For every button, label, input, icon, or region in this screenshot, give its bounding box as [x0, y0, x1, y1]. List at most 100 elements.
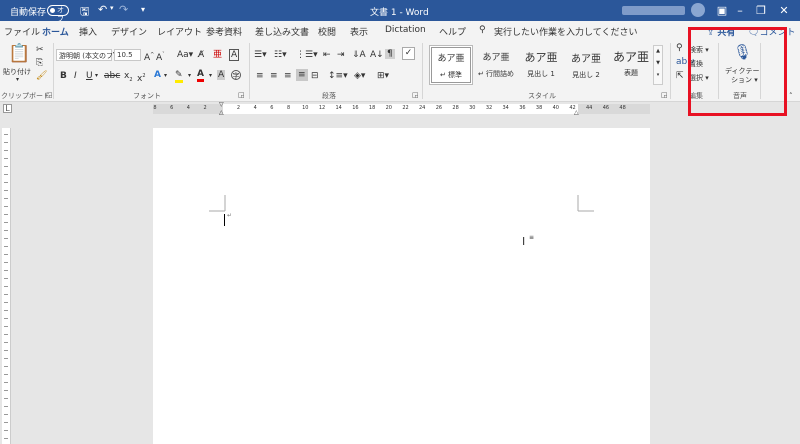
tab-home[interactable]: ホーム	[41, 25, 70, 42]
style-no-spacing[interactable]: あア亜 ↵ 行間詰め	[474, 45, 518, 85]
multilevel-list-icon[interactable]: ⋮☰▾	[296, 50, 318, 60]
italic-icon[interactable]: I	[74, 71, 77, 81]
font-launcher-icon[interactable]: ◲	[238, 91, 245, 99]
highlight-dropdown-icon[interactable]: ▾	[188, 71, 191, 81]
tab-selector-icon[interactable]: L	[3, 104, 12, 113]
ruler-number: 6	[170, 105, 174, 111]
horizontal-ruler[interactable]: 8 6 4 2 2 4 6 8 10 12 14 16 18 20 22 24 26 28 30 32 34 36 38 40…	[153, 101, 650, 116]
style-title-label: 表題	[624, 69, 638, 77]
tab-references[interactable]: 参考資料	[206, 25, 242, 38]
scroll-down-icon[interactable]: ▼	[654, 60, 662, 66]
style-heading-2[interactable]: あア亜 見出し 2	[564, 45, 608, 85]
underline-dropdown-icon[interactable]: ▾	[95, 71, 98, 81]
font-name-box[interactable]: 游明朝 (本文のフ	[56, 49, 113, 61]
undo-icon[interactable]: ↶	[98, 3, 107, 16]
ruler-number: 6	[270, 105, 274, 111]
show-marks-icon[interactable]: ¶	[385, 49, 395, 59]
ruler-tick	[4, 190, 8, 191]
distributed-icon[interactable]: ⊟	[311, 71, 319, 81]
shrink-font-icon[interactable]: Aˇ	[156, 50, 165, 63]
increase-indent-icon[interactable]: ⇥	[337, 50, 345, 60]
tab-mailings[interactable]: 差し込み文書	[255, 25, 309, 38]
tab-file[interactable]: ファイル	[4, 25, 40, 38]
avatar[interactable]	[691, 3, 705, 17]
font-color-dropdown-icon[interactable]: ▾	[209, 71, 212, 81]
text-effects-icon[interactable]: A	[154, 70, 161, 80]
font-color-icon[interactable]: A	[197, 69, 204, 82]
phonetic-guide-icon[interactable]: 亜	[213, 50, 222, 60]
numbering-icon[interactable]: ☷▾	[274, 50, 287, 60]
style-heading-1[interactable]: あア亜 見出し 1	[519, 45, 563, 85]
font-size-value: 10.5	[117, 51, 133, 59]
find-icon[interactable]: ⚲	[676, 43, 683, 53]
bullets-icon[interactable]: ☰▾	[254, 50, 267, 60]
select-icon[interactable]: ⇱	[676, 71, 684, 81]
asian-layout-icon[interactable]: ✓	[402, 47, 415, 60]
paste-icon[interactable]: 📋	[8, 44, 30, 64]
customize-toolbar-icon[interactable]: ▾	[141, 5, 145, 14]
enclose-characters-icon[interactable]: A	[229, 49, 240, 61]
save-icon[interactable]: 🖫	[80, 3, 89, 22]
paste-dropdown-icon[interactable]: ▾	[16, 76, 19, 83]
scroll-up-icon[interactable]: ▲	[654, 48, 662, 54]
sort-icon[interactable]: A↓	[370, 50, 384, 60]
enclosed-char-icon[interactable]: 字	[231, 70, 241, 80]
document-page[interactable]: ↵ I ≡	[153, 128, 650, 444]
bold-icon[interactable]: B	[60, 71, 67, 81]
vertical-ruler[interactable]	[2, 128, 11, 444]
format-painter-icon[interactable]: 🖌	[36, 71, 47, 81]
tab-design[interactable]: デザイン	[111, 25, 147, 38]
character-shading-icon[interactable]: A	[217, 70, 226, 80]
font-size-box[interactable]: 10.5	[114, 49, 141, 61]
right-indent-marker[interactable]: △	[574, 109, 579, 116]
tab-help[interactable]: ヘルプ	[439, 25, 466, 38]
decrease-indent-icon[interactable]: ⇤	[323, 50, 331, 60]
align-left-icon[interactable]: ≡	[256, 71, 264, 81]
ruler-tick	[4, 366, 8, 367]
text-direction-icon[interactable]: ⇓A	[352, 50, 366, 60]
tab-view[interactable]: 表示	[350, 25, 368, 38]
style-normal[interactable]: あア亜 ↵ 標準	[429, 45, 473, 85]
ruler-number: 26	[435, 105, 443, 111]
copy-icon[interactable]: ⎘	[36, 58, 43, 68]
collapse-ribbon-icon[interactable]: ˄	[789, 92, 793, 100]
cut-icon[interactable]: ✂	[36, 45, 44, 55]
tell-me-input[interactable]: 実行したい作業を入力してください	[494, 25, 637, 38]
align-right-icon[interactable]: ≡	[284, 71, 292, 81]
clipboard-launcher-icon[interactable]: ◲	[46, 91, 53, 99]
undo-dropdown-icon[interactable]: ▾	[110, 4, 114, 12]
justify-icon[interactable]: ≡	[296, 69, 308, 81]
borders-icon[interactable]: ⊞▾	[377, 71, 389, 81]
close-icon[interactable]: ✕	[768, 0, 800, 21]
gallery-more-icon[interactable]: ▾	[654, 72, 662, 78]
ruler-tick	[4, 374, 8, 375]
styles-launcher-icon[interactable]: ◲	[661, 91, 668, 99]
left-indent-marker[interactable]: △	[219, 109, 224, 116]
text-cursor	[224, 214, 225, 226]
autosave-toggle[interactable]: オフ	[47, 5, 69, 23]
subscript-icon[interactable]: x2	[124, 71, 133, 85]
align-center-icon[interactable]: ≡	[270, 71, 278, 81]
style-title[interactable]: あア亜 表題	[609, 45, 653, 85]
highlight-box	[688, 27, 787, 116]
redo-icon[interactable]: ↷	[119, 3, 128, 16]
tab-dictation[interactable]: Dictation	[385, 25, 426, 35]
grow-font-icon[interactable]: A^	[144, 50, 154, 63]
tab-layout[interactable]: レイアウト	[157, 25, 202, 38]
styles-gallery-scroll[interactable]: ▲ ▼ ▾	[653, 45, 663, 85]
tab-insert[interactable]: 挿入	[79, 25, 97, 38]
text-effects-dropdown-icon[interactable]: ▾	[164, 71, 167, 81]
paragraph-launcher-icon[interactable]: ◲	[412, 91, 419, 99]
highlight-icon[interactable]: ✎	[175, 70, 183, 83]
underline-icon[interactable]: U	[86, 71, 93, 81]
strikethrough-icon[interactable]: abc	[104, 71, 120, 81]
line-spacing-icon[interactable]: ↕≡▾	[328, 71, 348, 81]
first-line-indent-marker[interactable]: ▽	[219, 101, 224, 108]
clear-formatting-icon[interactable]: A̸	[198, 50, 204, 60]
tab-review[interactable]: 校閲	[318, 25, 336, 38]
paragraph-mark-icon: ↵	[227, 212, 233, 219]
change-case-icon[interactable]: Aa▾	[177, 50, 193, 60]
shading-icon[interactable]: ◈▾	[354, 71, 365, 81]
paragraph-group-label: 段落	[322, 92, 336, 100]
superscript-icon[interactable]: x2	[137, 71, 146, 84]
